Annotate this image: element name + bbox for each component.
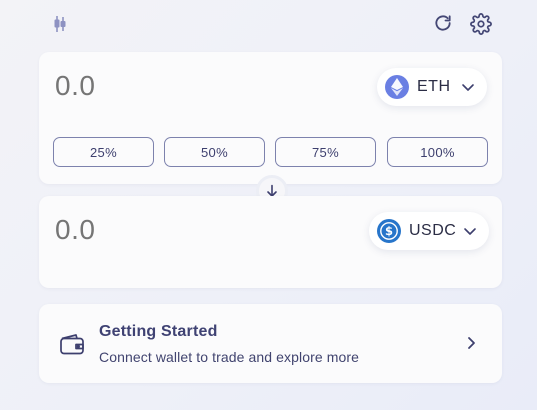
gear-icon[interactable] bbox=[469, 12, 493, 36]
top-bar bbox=[0, 0, 537, 48]
getting-started-card[interactable]: Getting Started Connect wallet to trade … bbox=[39, 304, 502, 383]
percent-75-button[interactable]: 75% bbox=[275, 137, 376, 167]
chevron-down-icon bbox=[461, 80, 475, 94]
svg-text:$: $ bbox=[385, 224, 393, 238]
refresh-icon[interactable] bbox=[432, 12, 454, 34]
candlestick-chart-icon[interactable] bbox=[50, 14, 70, 34]
to-token-selector[interactable]: $ USDC bbox=[369, 212, 489, 250]
percent-100-button[interactable]: 100% bbox=[387, 137, 488, 167]
chevron-down-icon bbox=[463, 224, 477, 238]
chevron-right-icon bbox=[466, 335, 478, 351]
from-token-symbol: ETH bbox=[417, 78, 451, 95]
getting-started-title: Getting Started bbox=[99, 322, 218, 340]
getting-started-subtitle: Connect wallet to trade and explore more bbox=[99, 348, 360, 365]
from-token-card: ETH 25% 50% 75% 100% bbox=[39, 52, 502, 184]
from-amount-input[interactable] bbox=[55, 70, 255, 102]
to-amount-input[interactable] bbox=[55, 214, 255, 246]
percent-buttons: 25% 50% 75% 100% bbox=[53, 137, 488, 167]
percent-25-button[interactable]: 25% bbox=[53, 137, 154, 167]
ethereum-logo-icon bbox=[385, 75, 409, 99]
percent-50-button[interactable]: 50% bbox=[164, 137, 265, 167]
from-token-selector[interactable]: ETH bbox=[377, 68, 487, 106]
getting-started-text: Getting Started Connect wallet to trade … bbox=[99, 323, 359, 365]
to-token-symbol: USDC bbox=[409, 222, 457, 239]
usdc-logo-icon: $ bbox=[377, 219, 401, 243]
to-token-card: $ USDC bbox=[39, 196, 502, 288]
wallet-icon bbox=[59, 331, 85, 357]
